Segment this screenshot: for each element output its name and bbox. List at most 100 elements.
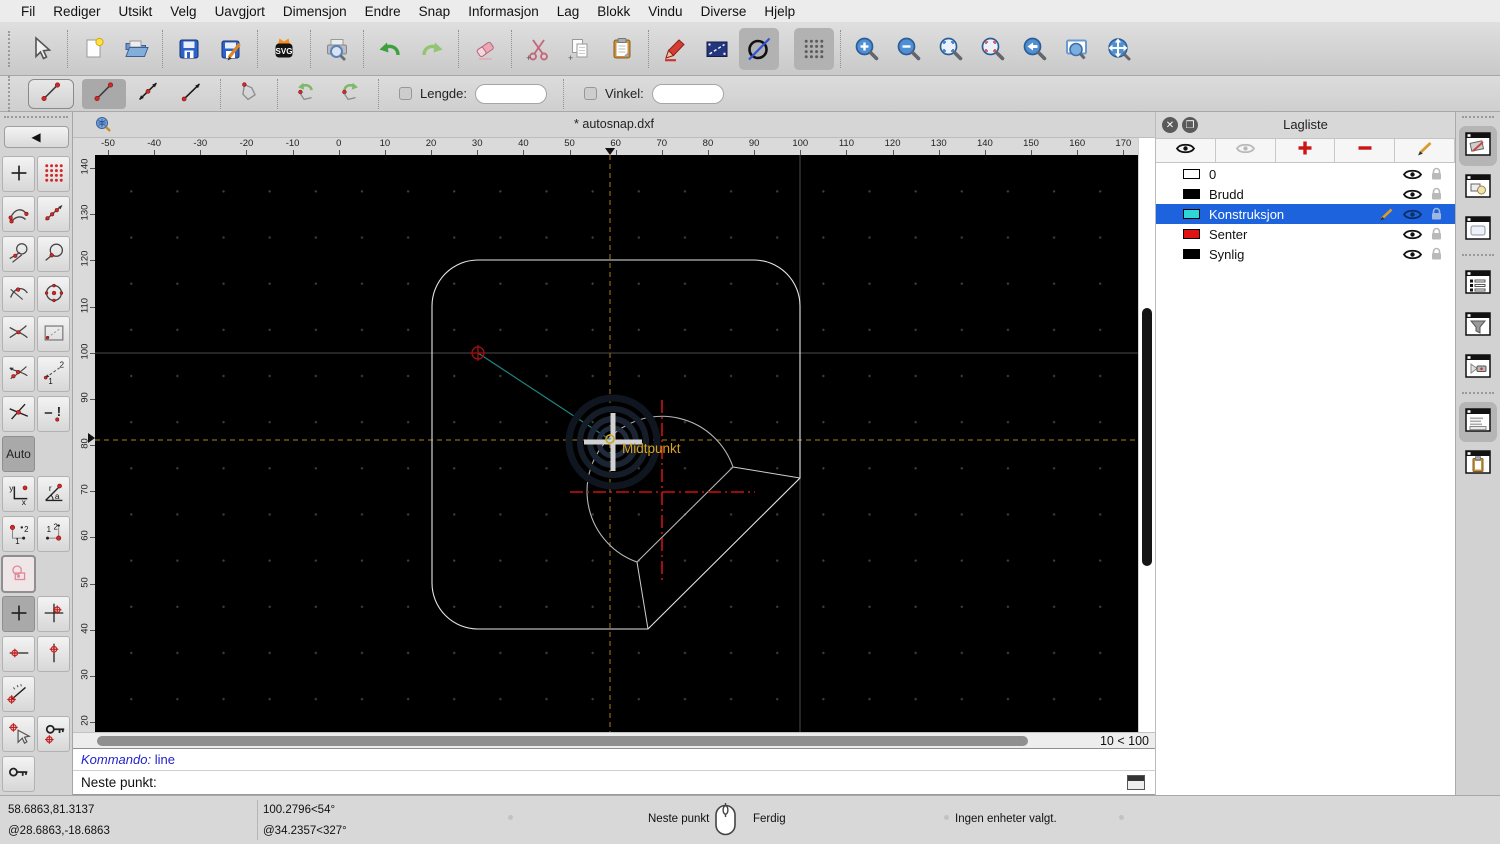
lock-tool[interactable]: [2, 756, 35, 792]
restrict-vertical[interactable]: [37, 636, 70, 672]
snap-tangent[interactable]: [2, 236, 35, 272]
snap-nothing[interactable]: !: [37, 396, 70, 432]
snap-middle[interactable]: [2, 276, 35, 312]
zoom-window-button[interactable]: [1057, 28, 1097, 70]
layer-lock-icon[interactable]: [1430, 247, 1443, 261]
command-input-line[interactable]: Neste punkt:: [73, 770, 1155, 795]
layer-lock-icon[interactable]: [1430, 227, 1443, 241]
menu-utsikt[interactable]: Utsikt: [110, 4, 162, 19]
menu-rediger[interactable]: Rediger: [44, 4, 109, 19]
save-file-button[interactable]: [169, 28, 209, 70]
open-file-button[interactable]: [116, 28, 156, 70]
undo-sequence-button[interactable]: [284, 79, 328, 109]
dock-clipboard-toggle[interactable]: [1459, 444, 1497, 484]
layer-visibility-icon[interactable]: [1403, 188, 1422, 201]
zoom-out-button[interactable]: [889, 28, 929, 70]
construction-mode-button[interactable]: [739, 27, 779, 70]
restrict-ortho-box[interactable]: [1, 555, 36, 593]
layer-lock-icon[interactable]: [1430, 167, 1443, 181]
restrict-free[interactable]: [2, 596, 35, 632]
snap-distance-box[interactable]: [37, 316, 70, 352]
vertical-scrollbar[interactable]: [1138, 138, 1155, 732]
menu-dimensjon[interactable]: Dimensjon: [274, 4, 356, 19]
redo-sequence-button[interactable]: [328, 79, 372, 109]
menu-snap[interactable]: Snap: [410, 4, 460, 19]
line-arrow-button[interactable]: [170, 79, 214, 109]
grid-toggle-button[interactable]: [794, 27, 834, 70]
add-layer-button[interactable]: [1276, 139, 1336, 162]
line-angle-button[interactable]: [126, 79, 170, 109]
zoom-select-button[interactable]: [973, 28, 1013, 70]
erase-button[interactable]: [465, 28, 505, 70]
drawing-canvas[interactable]: Midtpunkt: [95, 155, 1138, 732]
layer-lock-icon[interactable]: [1430, 207, 1443, 221]
layer-visibility-icon[interactable]: [1403, 228, 1422, 241]
layer-visibility-icon[interactable]: [1403, 168, 1422, 181]
menu-endre[interactable]: Endre: [356, 4, 410, 19]
layer-lock-icon[interactable]: [1430, 187, 1443, 201]
menu-informasjon[interactable]: Informasjon: [459, 4, 548, 19]
layer-edit-icon[interactable]: [1379, 207, 1395, 221]
dock-entity-list-toggle[interactable]: [1459, 264, 1497, 304]
paste-button[interactable]: [602, 28, 642, 70]
dock-beamer-toggle[interactable]: [1459, 348, 1497, 388]
restrict-cross[interactable]: [2, 396, 35, 432]
menu-diverse[interactable]: Diverse: [692, 4, 756, 19]
polyline-button[interactable]: [227, 79, 271, 109]
snap-intersection[interactable]: [2, 316, 35, 352]
zoom-previous-button[interactable]: [1015, 28, 1055, 70]
snap-free[interactable]: [2, 156, 35, 192]
remove-layer-button[interactable]: [1335, 139, 1396, 162]
menu-uavgjort[interactable]: Uavgjort: [206, 4, 274, 19]
angle-gauge[interactable]: [2, 676, 35, 712]
menu-hjelp[interactable]: Hjelp: [755, 4, 804, 19]
menu-lag[interactable]: Lag: [548, 4, 589, 19]
auto-button[interactable]: Auto: [2, 436, 35, 472]
palette-back-button[interactable]: ◀: [3, 126, 69, 148]
layer-visibility-icon[interactable]: [1403, 208, 1422, 221]
snap-perpendicular[interactable]: [37, 236, 70, 272]
menu-fil[interactable]: Fil: [12, 4, 44, 19]
lock-relative-zero[interactable]: [37, 716, 70, 752]
zoom-in-button[interactable]: [847, 28, 887, 70]
redo-button[interactable]: [412, 28, 452, 70]
select-arrow-button[interactable]: [21, 28, 61, 70]
rel-points-21[interactable]: 12: [37, 516, 70, 552]
dock-filter-toggle[interactable]: [1459, 306, 1497, 346]
undo-button[interactable]: [370, 28, 410, 70]
snap-distance-points[interactable]: 12: [37, 356, 70, 392]
layer-row-senter[interactable]: Senter: [1156, 224, 1455, 244]
snap-on-entity[interactable]: [37, 196, 70, 232]
dock-command-toggle[interactable]: [1459, 402, 1497, 442]
rel-points-12[interactable]: 12: [2, 516, 35, 552]
draft-mode-button[interactable]: [697, 28, 737, 70]
cut-button[interactable]: +: [518, 28, 558, 70]
snap-intersection-manual[interactable]: [2, 356, 35, 392]
print-preview-button[interactable]: [317, 28, 357, 70]
dock-layer-list-toggle[interactable]: [1459, 126, 1497, 166]
keyboard-toggle-icon[interactable]: [1127, 775, 1145, 790]
horizontal-scrollbar[interactable]: 10 < 100: [73, 732, 1155, 748]
menu-blokk[interactable]: Blokk: [588, 4, 639, 19]
snap-endpoints[interactable]: [2, 196, 35, 232]
new-file-button[interactable]: [74, 28, 114, 70]
layer-visibility-icon[interactable]: [1403, 248, 1422, 261]
layer-row-0[interactable]: 0: [1156, 164, 1455, 184]
zoom-pan-button[interactable]: [1099, 28, 1139, 70]
snap-grid[interactable]: [37, 156, 70, 192]
layer-row-synlig[interactable]: Synlig: [1156, 244, 1455, 264]
hide-all-layers-button[interactable]: [1216, 139, 1276, 162]
vertical-scrollbar-thumb[interactable]: [1142, 308, 1152, 566]
edit-layer-button[interactable]: [1395, 139, 1455, 162]
layer-row-konstruksjon[interactable]: Konstruksjon: [1156, 204, 1455, 224]
dock-library-toggle[interactable]: [1459, 210, 1497, 250]
vinkel-input[interactable]: [651, 83, 724, 104]
show-all-layers-button[interactable]: [1156, 139, 1216, 162]
line-2p-button[interactable]: [82, 78, 126, 109]
copy-button[interactable]: +: [560, 28, 600, 70]
export-svg-button[interactable]: SVG: [264, 28, 304, 70]
restrict-orthogonal[interactable]: [37, 596, 70, 632]
coord-cartesian[interactable]: yx: [2, 476, 35, 512]
lengde-checkbox[interactable]: [399, 87, 412, 100]
zoom-auto-button[interactable]: [931, 28, 971, 70]
